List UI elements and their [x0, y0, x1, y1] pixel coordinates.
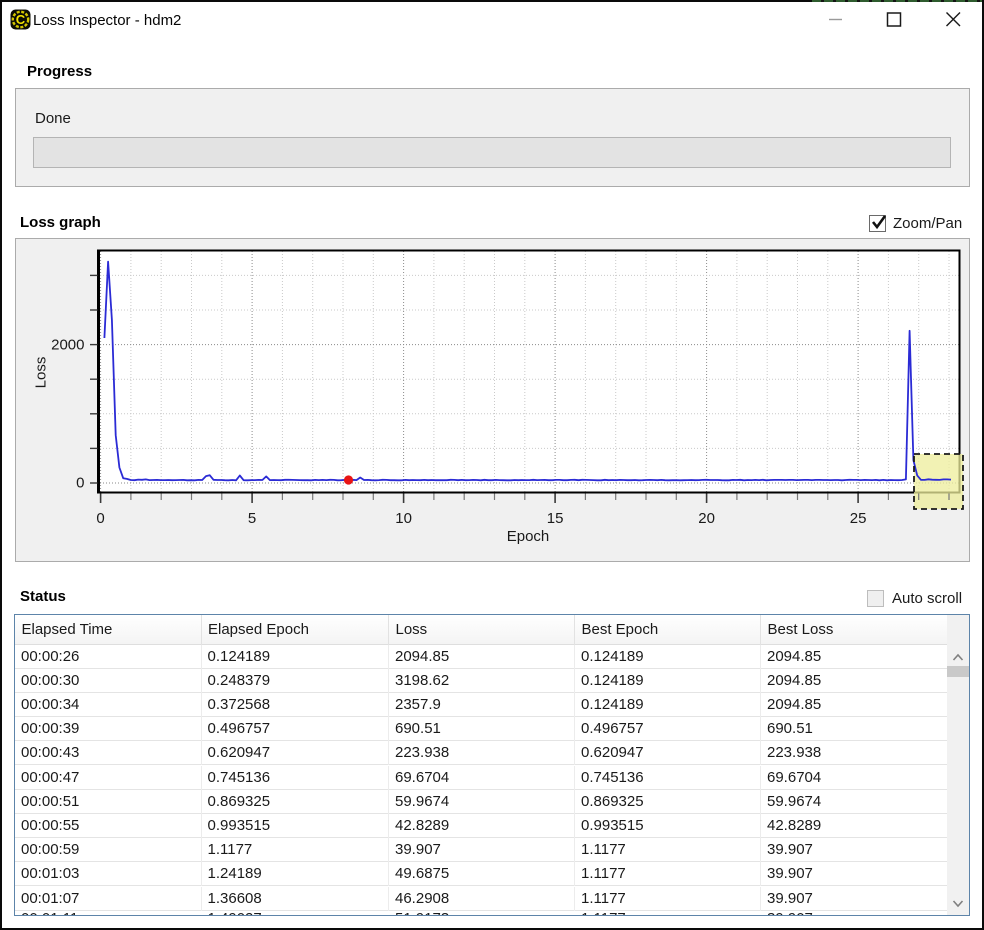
svg-text:2000: 2000 — [51, 337, 84, 354]
svg-text:0: 0 — [76, 475, 84, 492]
svg-text:25: 25 — [850, 510, 867, 527]
svg-text:10: 10 — [395, 510, 412, 527]
svg-text:15: 15 — [547, 510, 564, 527]
svg-text:Loss: Loss — [33, 357, 50, 389]
svg-text:20: 20 — [698, 510, 715, 527]
svg-text:C: C — [16, 12, 26, 27]
svg-text:0: 0 — [96, 510, 104, 527]
svg-text:Epoch: Epoch — [507, 528, 550, 545]
svg-text:5: 5 — [248, 510, 256, 527]
